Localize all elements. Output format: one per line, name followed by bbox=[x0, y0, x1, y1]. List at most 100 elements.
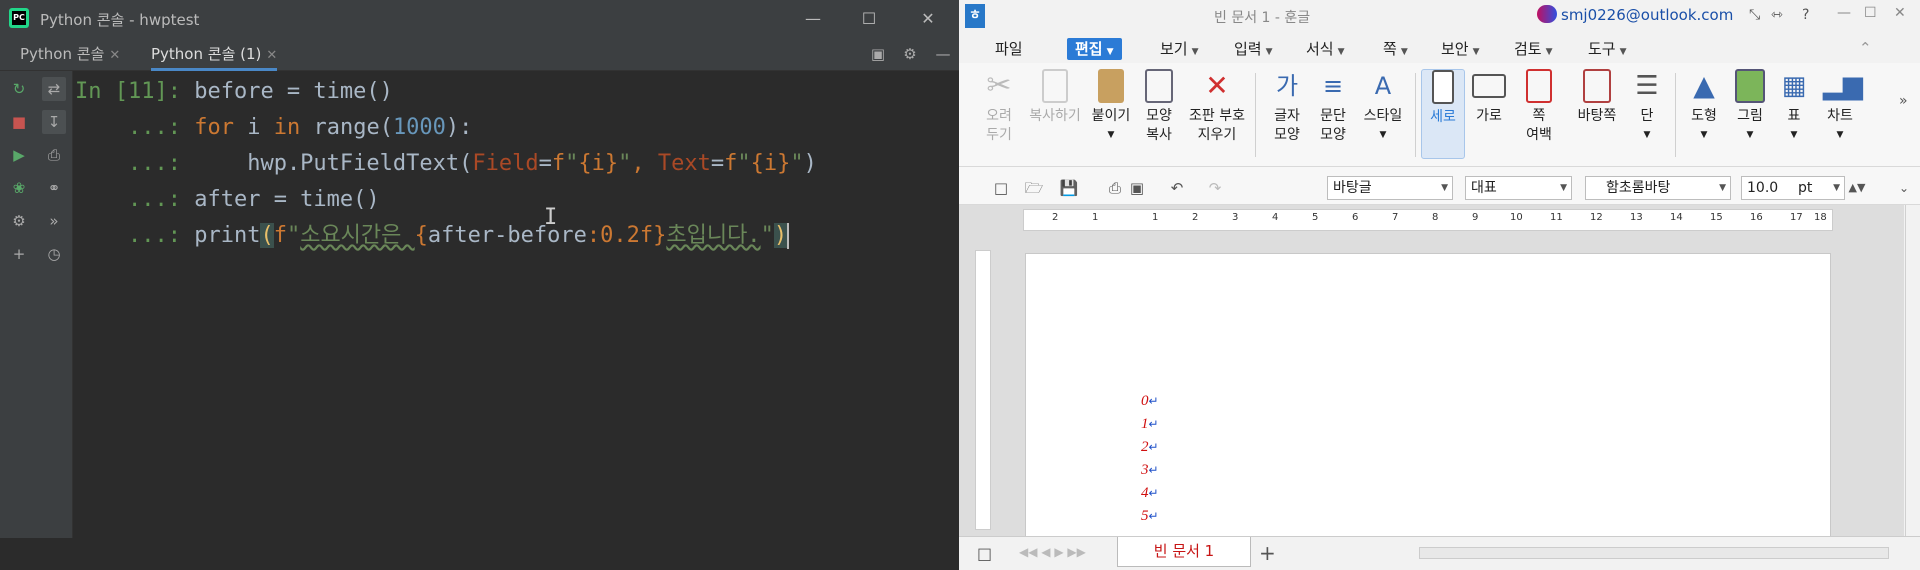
print-icon[interactable]: ⎙ bbox=[1105, 178, 1125, 198]
close-tab-icon[interactable]: ✕ bbox=[109, 48, 120, 63]
menu-page[interactable]: 쪽 ▼ bbox=[1383, 38, 1408, 60]
split-icon[interactable]: ⇿ bbox=[1771, 7, 1783, 23]
menu-security[interactable]: 보안 ▼ bbox=[1441, 38, 1480, 60]
dropdown-icon: ▼ bbox=[1700, 130, 1708, 140]
columns-button[interactable]: ☰ 단 ▼ bbox=[1625, 69, 1669, 145]
tab-python-console-1[interactable]: Python 콘솔 (1) ✕ bbox=[151, 37, 278, 71]
menu-tools[interactable]: 도구 ▼ bbox=[1588, 38, 1627, 60]
chart-button[interactable]: ▂▆ 차트 ▼ bbox=[1817, 69, 1863, 145]
cut-button[interactable]: ✂ 오려 두기 bbox=[975, 69, 1023, 145]
paragraph-line[interactable]: 3↵ bbox=[1141, 459, 1159, 482]
style-select[interactable]: 바탕글 ▼ bbox=[1327, 176, 1453, 200]
horizontal-scrollbar[interactable] bbox=[1419, 547, 1889, 559]
style-button[interactable]: A 스타일 ▼ bbox=[1357, 69, 1409, 145]
close-icon[interactable]: ✕ bbox=[905, 0, 951, 37]
variables-icon[interactable]: ⚭ bbox=[42, 176, 66, 200]
new-doc-icon[interactable]: □ bbox=[991, 178, 1011, 198]
button-label: 표 bbox=[1787, 108, 1801, 124]
maximize-icon[interactable]: ☐ bbox=[1864, 5, 1877, 21]
select-value: 대표 bbox=[1471, 180, 1497, 196]
paragraph-line[interactable]: 4↵ bbox=[1141, 482, 1159, 505]
paste-button[interactable]: 붙이기 ▼ bbox=[1087, 69, 1135, 145]
settings-icon[interactable]: ⚙ bbox=[7, 209, 31, 233]
maximize-icon[interactable]: ☐ bbox=[846, 0, 892, 37]
master-page-button[interactable]: 바탕쪽 bbox=[1569, 69, 1625, 126]
minimize-icon[interactable]: — bbox=[1837, 5, 1851, 21]
ruler-tick: 7 bbox=[1392, 212, 1399, 223]
close-icon[interactable]: ✕ bbox=[1894, 5, 1906, 21]
menu-view[interactable]: 보기 ▼ bbox=[1160, 38, 1199, 60]
button-label: 단 bbox=[1640, 108, 1654, 124]
char-shape-button[interactable]: 가 글자 모양 bbox=[1263, 69, 1311, 145]
fprefix: f bbox=[273, 223, 287, 248]
page-view-icon[interactable]: □ bbox=[977, 544, 992, 563]
fullscreen-icon[interactable]: ⤡ bbox=[1749, 7, 1760, 23]
shape-button[interactable]: ▲ 도형 ▼ bbox=[1681, 69, 1727, 145]
menu-insert[interactable]: 입력 ▼ bbox=[1234, 38, 1273, 60]
undo-icon[interactable]: ↶ bbox=[1167, 178, 1187, 198]
paragraph-line[interactable]: 5↵ bbox=[1141, 505, 1159, 528]
menu-review[interactable]: 검토 ▼ bbox=[1514, 38, 1553, 60]
doc-tab[interactable]: 빈 문서 1 bbox=[1117, 537, 1251, 567]
rerun-icon[interactable]: ↻ bbox=[7, 77, 31, 101]
menu-edit[interactable]: 편집 ▼ bbox=[1067, 38, 1122, 60]
menu-format[interactable]: 서식 ▼ bbox=[1306, 38, 1345, 60]
menu-file[interactable]: 파일 bbox=[995, 38, 1023, 60]
button-label: 쪽 bbox=[1532, 108, 1546, 124]
gear-icon[interactable]: ⚙ bbox=[900, 44, 920, 64]
debug-icon[interactable]: ❀ bbox=[7, 176, 31, 200]
paragraph-text: 3 bbox=[1141, 462, 1149, 478]
execute-icon[interactable]: » bbox=[42, 209, 66, 233]
button-label: 도형 bbox=[1691, 108, 1717, 124]
vertical-button[interactable]: 세로 bbox=[1421, 69, 1465, 159]
add-icon[interactable]: + bbox=[7, 242, 31, 266]
history-icon[interactable]: ◷ bbox=[42, 242, 66, 266]
paragraph-line[interactable]: 2↵ bbox=[1141, 436, 1159, 459]
close-tab-icon[interactable]: ✕ bbox=[266, 48, 277, 63]
hide-icon[interactable]: — bbox=[933, 44, 953, 64]
account-icon[interactable] bbox=[1537, 5, 1557, 23]
add-doc-icon[interactable]: + bbox=[1259, 541, 1276, 565]
code-text: i bbox=[233, 115, 274, 140]
param: Field bbox=[472, 151, 539, 176]
horizontal-ruler[interactable]: 2 1 1 2 3 4 5 6 7 8 9 10 11 12 13 14 15 … bbox=[1023, 209, 1833, 231]
help-icon[interactable]: ? bbox=[1802, 7, 1809, 23]
soft-wrap-icon[interactable]: ⇄ bbox=[42, 77, 66, 101]
clear-marks-button[interactable]: ✕ 조판 부호 지우기 bbox=[1185, 69, 1249, 145]
collapse-ribbon-icon[interactable]: ⌃ bbox=[1859, 39, 1872, 57]
print-icon[interactable]: ⎙ bbox=[42, 143, 66, 167]
account-email[interactable]: smj0226@outlook.com bbox=[1561, 6, 1733, 24]
minimize-icon[interactable]: — bbox=[790, 0, 836, 37]
horizontal-button[interactable]: 가로 bbox=[1467, 69, 1511, 126]
copy-button[interactable]: 복사하기 bbox=[1027, 69, 1083, 126]
preview-icon[interactable]: ▣ bbox=[1127, 178, 1147, 198]
image-button[interactable]: 그림 ▼ bbox=[1727, 69, 1773, 145]
console-code[interactable]: In [11]: before = time() ...: for i in r… bbox=[75, 74, 817, 254]
tab-python-console[interactable]: Python 콘솔 ✕ bbox=[20, 37, 120, 71]
language-select[interactable]: 대표 ▼ bbox=[1465, 176, 1572, 200]
page-nav-icons[interactable]: ◀◀ ◀ ▶ ▶▶ bbox=[1019, 545, 1086, 559]
paragraph-line[interactable]: 0↵ bbox=[1141, 390, 1159, 413]
table-button[interactable]: ▦ 표 ▼ bbox=[1773, 69, 1815, 145]
size-stepper-icon[interactable]: ▲▼ bbox=[1847, 178, 1867, 198]
format-copy-button[interactable]: 모양 복사 bbox=[1135, 69, 1183, 145]
ruler-tick: 1 bbox=[1152, 212, 1159, 223]
layout-icon[interactable]: ▣ bbox=[868, 44, 888, 64]
more-icon[interactable]: » bbox=[1899, 93, 1908, 109]
font-select[interactable]: 함초롬바탕 ▼ bbox=[1585, 176, 1731, 200]
save-icon[interactable]: 💾 bbox=[1059, 178, 1079, 198]
vertical-ruler[interactable] bbox=[975, 250, 991, 530]
para-shape-button[interactable]: ≡ 문단 모양 bbox=[1309, 69, 1357, 145]
select-value: 바탕글 bbox=[1333, 180, 1372, 196]
redo-icon[interactable]: ↷ bbox=[1205, 178, 1225, 198]
font-size-field[interactable]: 10.0 pt ▼ bbox=[1741, 176, 1845, 200]
open-folder-icon[interactable]: 🗁 bbox=[1024, 178, 1044, 198]
scroll-to-end-icon[interactable]: ↧ bbox=[42, 110, 66, 134]
page-margin-button[interactable]: 쪽 여백 bbox=[1515, 69, 1563, 145]
paragraph-line[interactable]: 1↵ bbox=[1141, 413, 1159, 436]
expand-toolbar-icon[interactable]: ⌄ bbox=[1894, 178, 1914, 198]
vertical-scrollbar[interactable] bbox=[1905, 205, 1920, 538]
run-icon[interactable]: ▶ bbox=[7, 143, 31, 167]
stop-icon[interactable]: ■ bbox=[7, 110, 31, 134]
code-text: ) bbox=[803, 151, 817, 176]
